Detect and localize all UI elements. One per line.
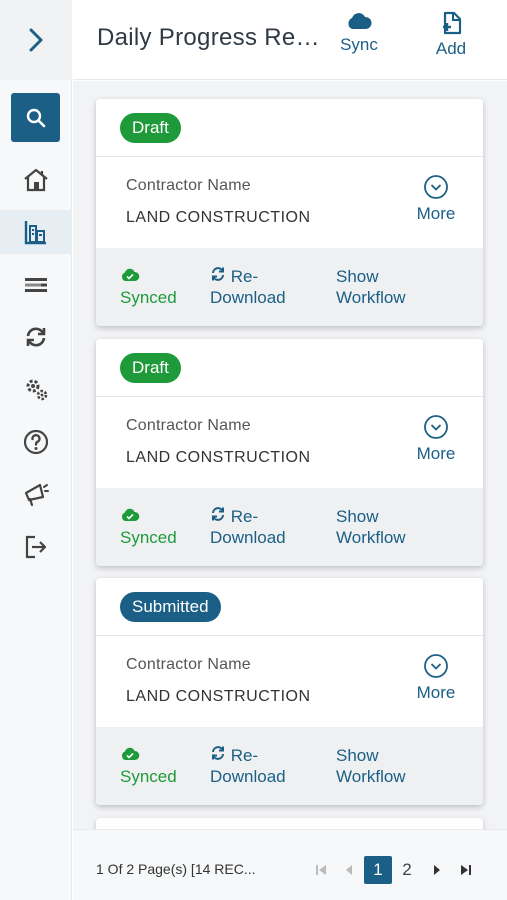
status-badge: Submitted <box>120 592 221 622</box>
contractor-value: LAND CONSTRUCTION <box>126 688 311 705</box>
status-badge: Draft <box>120 353 181 383</box>
sidebar-item-settings[interactable] <box>0 367 72 411</box>
add-document-icon <box>443 11 462 35</box>
redownload-label-2: Download <box>210 288 286 307</box>
synced-status: Synced <box>120 266 177 308</box>
cloud-check-icon <box>121 268 140 281</box>
last-page-button[interactable] <box>456 856 476 884</box>
more-button[interactable]: More <box>408 414 464 464</box>
synced-label: Synced <box>120 528 177 547</box>
workflow-label-1: Show <box>336 267 379 286</box>
redownload-label-2: Download <box>210 528 286 547</box>
logout-icon <box>25 535 47 559</box>
cloud-icon <box>348 13 372 29</box>
report-card: Draft Contractor Name LAND CONSTRUCTION … <box>96 99 483 326</box>
more-button[interactable]: More <box>408 174 464 224</box>
synced-status: Synced <box>120 506 177 548</box>
contractor-value: LAND CONSTRUCTION <box>126 209 311 226</box>
more-label: More <box>416 444 456 463</box>
workflow-label-2: Workflow <box>336 288 406 307</box>
prev-page-button[interactable] <box>339 856 359 884</box>
synced-status: Synced <box>120 745 177 787</box>
workflow-label-1: Show <box>336 746 379 765</box>
prev-page-icon <box>346 865 352 875</box>
refresh-icon <box>212 507 224 521</box>
redownload-button[interactable]: Re- Download <box>210 266 286 308</box>
redownload-button[interactable]: Re- Download <box>210 745 286 787</box>
search-button[interactable] <box>11 93 60 142</box>
cloud-check-icon <box>121 508 140 521</box>
sidebar-item-home[interactable] <box>0 158 72 202</box>
list-icon <box>25 278 47 292</box>
report-card: Draft Contractor Name LAND CONSTRUCTION … <box>96 339 483 566</box>
add-label: Add <box>435 39 467 58</box>
megaphone-icon <box>24 483 49 507</box>
show-workflow-button[interactable]: Show Workflow <box>336 506 406 548</box>
search-icon <box>26 108 45 127</box>
pagination-info: 1 Of 2 Page(s) [14 REC... <box>96 861 256 877</box>
more-label: More <box>416 683 456 702</box>
more-label: More <box>416 204 456 223</box>
more-button[interactable]: More <box>408 653 464 703</box>
workflow-label-1: Show <box>336 507 379 526</box>
chevron-down-circle-icon <box>424 415 448 439</box>
pagination-bar: 1 Of 2 Page(s) [14 REC... 1 2 <box>73 829 507 900</box>
sidebar-item-list[interactable] <box>0 263 72 307</box>
status-badge: Draft <box>120 113 181 143</box>
report-card: Submitted Contractor Name LAND CONSTRUCT… <box>96 578 483 805</box>
next-page-button[interactable] <box>427 856 447 884</box>
contractor-label: Contractor Name <box>126 656 251 673</box>
expand-sidebar-button[interactable] <box>0 0 72 80</box>
contractor-label: Contractor Name <box>126 177 251 194</box>
refresh-icon <box>212 267 224 281</box>
redownload-label-1: Re- <box>230 746 259 765</box>
next-page-icon <box>434 865 440 875</box>
synced-label: Synced <box>120 288 177 307</box>
chevron-down-circle-icon <box>424 175 448 199</box>
chevron-right-icon <box>29 28 43 52</box>
redownload-label-1: Re- <box>230 267 259 286</box>
sidebar-item-sync[interactable] <box>0 315 72 359</box>
redownload-button[interactable]: Re- Download <box>210 506 286 548</box>
sync-button[interactable]: Sync <box>329 10 389 70</box>
report-list: Draft Contractor Name LAND CONSTRUCTION … <box>73 81 507 829</box>
app-header: Daily Progress Reports Sync Add <box>73 0 507 80</box>
contractor-label: Contractor Name <box>126 417 251 434</box>
last-page-icon <box>461 865 471 875</box>
sidebar-item-projects[interactable] <box>0 210 72 254</box>
refresh-icon <box>212 746 224 760</box>
first-page-icon <box>316 865 326 875</box>
redownload-label-2: Download <box>210 767 286 786</box>
workflow-label-2: Workflow <box>336 767 406 786</box>
sidebar <box>0 0 72 900</box>
synced-label: Synced <box>120 767 177 786</box>
page-title: Daily Progress Reports <box>97 24 327 51</box>
cloud-check-icon <box>121 747 140 760</box>
home-icon <box>24 168 48 192</box>
settings-icon <box>26 379 48 401</box>
show-workflow-button[interactable]: Show Workflow <box>336 745 406 787</box>
sidebar-item-announcements[interactable] <box>0 472 72 516</box>
redownload-label-1: Re- <box>230 507 259 526</box>
sync-icon <box>26 327 46 347</box>
buildings-icon <box>24 221 46 245</box>
page-number-current[interactable]: 1 <box>364 856 392 884</box>
report-card-partial <box>96 818 483 829</box>
sidebar-item-help[interactable] <box>0 420 72 464</box>
chevron-down-circle-icon <box>424 654 448 678</box>
sync-label: Sync <box>340 35 378 54</box>
workflow-label-2: Workflow <box>336 528 406 547</box>
contractor-value: LAND CONSTRUCTION <box>126 449 311 466</box>
add-button[interactable]: Add <box>421 10 481 70</box>
sidebar-item-logout[interactable] <box>0 525 72 569</box>
help-icon <box>23 429 49 455</box>
page-number[interactable]: 2 <box>393 856 421 884</box>
show-workflow-button[interactable]: Show Workflow <box>336 266 406 308</box>
first-page-button[interactable] <box>311 856 331 884</box>
